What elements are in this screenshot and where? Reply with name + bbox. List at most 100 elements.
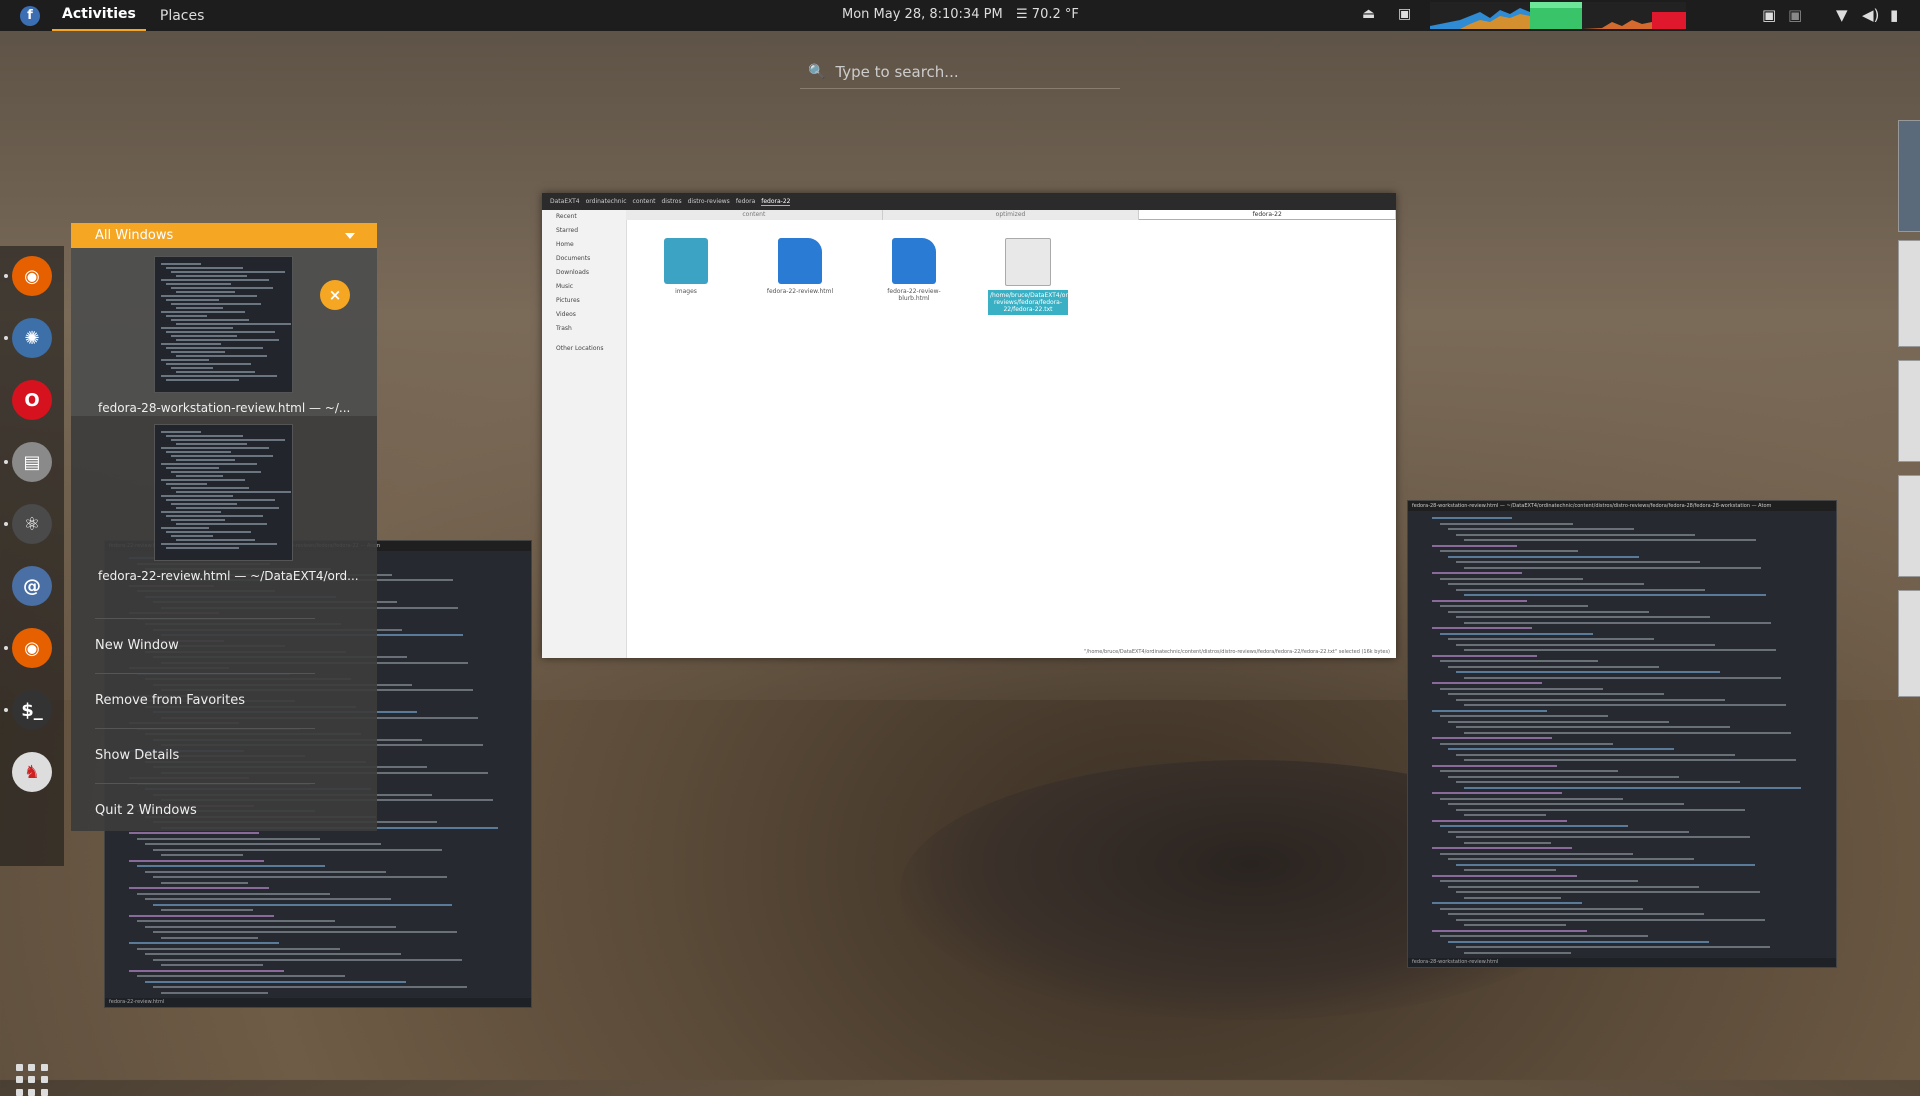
- code-line: [166, 363, 251, 365]
- firefox-icon[interactable]: ◉: [12, 256, 52, 296]
- code-line: [161, 991, 268, 994]
- workspace-thumbnail-4[interactable]: [1898, 475, 1920, 577]
- sidebar-item-recent[interactable]: Recent: [542, 210, 626, 224]
- window-thumbnail-2[interactable]: fedora-22-review.html — ~/DataEXT4/ord..…: [71, 416, 377, 584]
- window-preview[interactable]: [154, 256, 293, 393]
- sidebar-item-starred[interactable]: Starred: [542, 224, 626, 238]
- editor-status-bar: fedora-22-review.html: [105, 998, 531, 1007]
- quit-windows-item[interactable]: Quit 2 Windows: [95, 803, 197, 818]
- code-line: [1464, 566, 1761, 569]
- all-windows-header[interactable]: All Windows: [71, 223, 377, 248]
- firefox-icon-2[interactable]: ◉: [12, 628, 52, 668]
- workspace-thumbnail-1[interactable]: [1898, 120, 1920, 232]
- code-line: [1464, 924, 1566, 926]
- code-line: [1440, 660, 1598, 662]
- code-line: [161, 343, 221, 345]
- sidebar-item-trash[interactable]: Trash: [542, 322, 626, 336]
- show-details-item[interactable]: Show Details: [95, 748, 179, 763]
- network-graph[interactable]: [1582, 2, 1686, 29]
- opera-icon[interactable]: O: [12, 380, 52, 420]
- running-indicator: [4, 708, 8, 712]
- code-line: [166, 451, 231, 453]
- breadcrumb-item[interactable]: DataEXT4: [550, 198, 580, 205]
- code-line: [153, 986, 467, 988]
- atom-icon[interactable]: ⚛: [12, 504, 52, 544]
- sidebar-item-other-locations[interactable]: Other Locations: [542, 342, 626, 356]
- sidebar-item-home[interactable]: Home: [542, 238, 626, 252]
- running-indicator: [4, 274, 8, 278]
- code-line: [1464, 539, 1756, 541]
- volume-icon[interactable]: ◀): [1862, 6, 1879, 24]
- code-line: [1464, 759, 1796, 761]
- files-icon[interactable]: ▤: [12, 442, 52, 482]
- eject-icon[interactable]: ⏏: [1362, 6, 1375, 22]
- file-item[interactable]: /home/bruce/DataEXT4/ordinatechnic/conte…: [988, 238, 1171, 315]
- file-label: fedora-22-review-blurb.html: [887, 288, 941, 302]
- workspace-thumbnail-2[interactable]: [1898, 240, 1920, 347]
- file-item[interactable]: images: [646, 238, 726, 295]
- code-line: [161, 431, 201, 433]
- code-line: [1456, 863, 1755, 866]
- search-bar[interactable]: 🔍 Type to search...: [800, 56, 1120, 89]
- weather-indicator[interactable]: ☰ 70.2 °F: [1016, 7, 1079, 22]
- breadcrumb-item[interactable]: fedora: [736, 198, 755, 205]
- sidebar-item-videos[interactable]: Videos: [542, 308, 626, 322]
- running-indicator: [4, 460, 8, 464]
- code-line: [166, 267, 243, 269]
- code-line: [1464, 814, 1546, 816]
- window-title: fedora-28-workstation-review.html — ~/Da…: [1408, 501, 1836, 511]
- files-window[interactable]: DataEXT4 ordinatechnic content distros distr…: [542, 193, 1397, 658]
- file-item[interactable]: fedora-22-review-blurb.html: [874, 238, 954, 302]
- remove-from-favorites-item[interactable]: Remove from Favorites: [95, 693, 245, 708]
- code-line: [171, 503, 237, 505]
- workspace-thumbnail-3[interactable]: [1898, 360, 1920, 462]
- tab-fedora-22[interactable]: fedora-22: [1139, 210, 1397, 220]
- new-window-item[interactable]: New Window: [95, 638, 179, 653]
- tab-content[interactable]: content: [626, 210, 883, 220]
- breadcrumb-item[interactable]: fedora-22: [761, 198, 791, 206]
- settings-icon[interactable]: ✺: [12, 318, 52, 358]
- user-icon[interactable]: ▣: [1762, 6, 1776, 24]
- sidebar-item-pictures[interactable]: Pictures: [542, 294, 626, 308]
- clock[interactable]: Mon May 28, 8:10:34 PM: [842, 7, 1003, 22]
- show-applications-icon[interactable]: [16, 1064, 48, 1096]
- window-list-icon[interactable]: ▣: [1398, 6, 1411, 22]
- tab-optimized[interactable]: optimized: [883, 210, 1140, 220]
- code-line: [145, 980, 406, 983]
- window-thumbnail-1[interactable]: × fedora-28-workstation-review.html — ~/…: [71, 248, 377, 416]
- places-menu[interactable]: Places: [160, 8, 205, 24]
- breadcrumb-item[interactable]: ordinatechnic: [586, 198, 627, 205]
- window-preview[interactable]: [154, 424, 293, 561]
- sidebar-item-music[interactable]: Music: [542, 280, 626, 294]
- wifi-icon[interactable]: ▼: [1836, 6, 1848, 24]
- code-line: [1432, 874, 1577, 877]
- code-line: [1456, 891, 1760, 893]
- mail-icon[interactable]: @: [12, 566, 52, 606]
- battery-icon[interactable]: ▮: [1890, 6, 1898, 24]
- code-line: [137, 975, 345, 977]
- sidebar-item-downloads[interactable]: Downloads: [542, 266, 626, 280]
- user-switch-icon[interactable]: ▣: [1788, 6, 1802, 24]
- breadcrumb-item[interactable]: distro-reviews: [688, 198, 730, 205]
- search-icon: 🔍: [808, 64, 826, 80]
- code-line: [1448, 528, 1634, 530]
- memory-graph[interactable]: [1530, 2, 1582, 29]
- code-line: [1432, 517, 1512, 519]
- file-item[interactable]: fedora-22-review.html: [760, 238, 840, 295]
- java-app-icon[interactable]: ♞: [12, 752, 52, 792]
- cpu-graph[interactable]: [1430, 2, 1530, 29]
- code-line: [166, 467, 219, 469]
- breadcrumb-item[interactable]: distros: [662, 198, 682, 205]
- file-label: fedora-22-review.html: [766, 288, 834, 295]
- workspace-thumbnail-5[interactable]: [1898, 590, 1920, 697]
- atom-window-fedora-28[interactable]: fedora-28-workstation-review.html — ~/Da…: [1407, 500, 1837, 968]
- code-line: [1448, 830, 1689, 833]
- code-line: [1440, 935, 1648, 937]
- activities-button[interactable]: Activities: [52, 0, 146, 31]
- code-line: [166, 315, 207, 317]
- sidebar-item-documents[interactable]: Documents: [542, 252, 626, 266]
- close-icon[interactable]: ×: [320, 280, 350, 310]
- breadcrumb-item[interactable]: content: [633, 198, 656, 205]
- fedora-logo-icon[interactable]: f: [20, 5, 40, 26]
- terminal-icon[interactable]: $_: [12, 690, 52, 730]
